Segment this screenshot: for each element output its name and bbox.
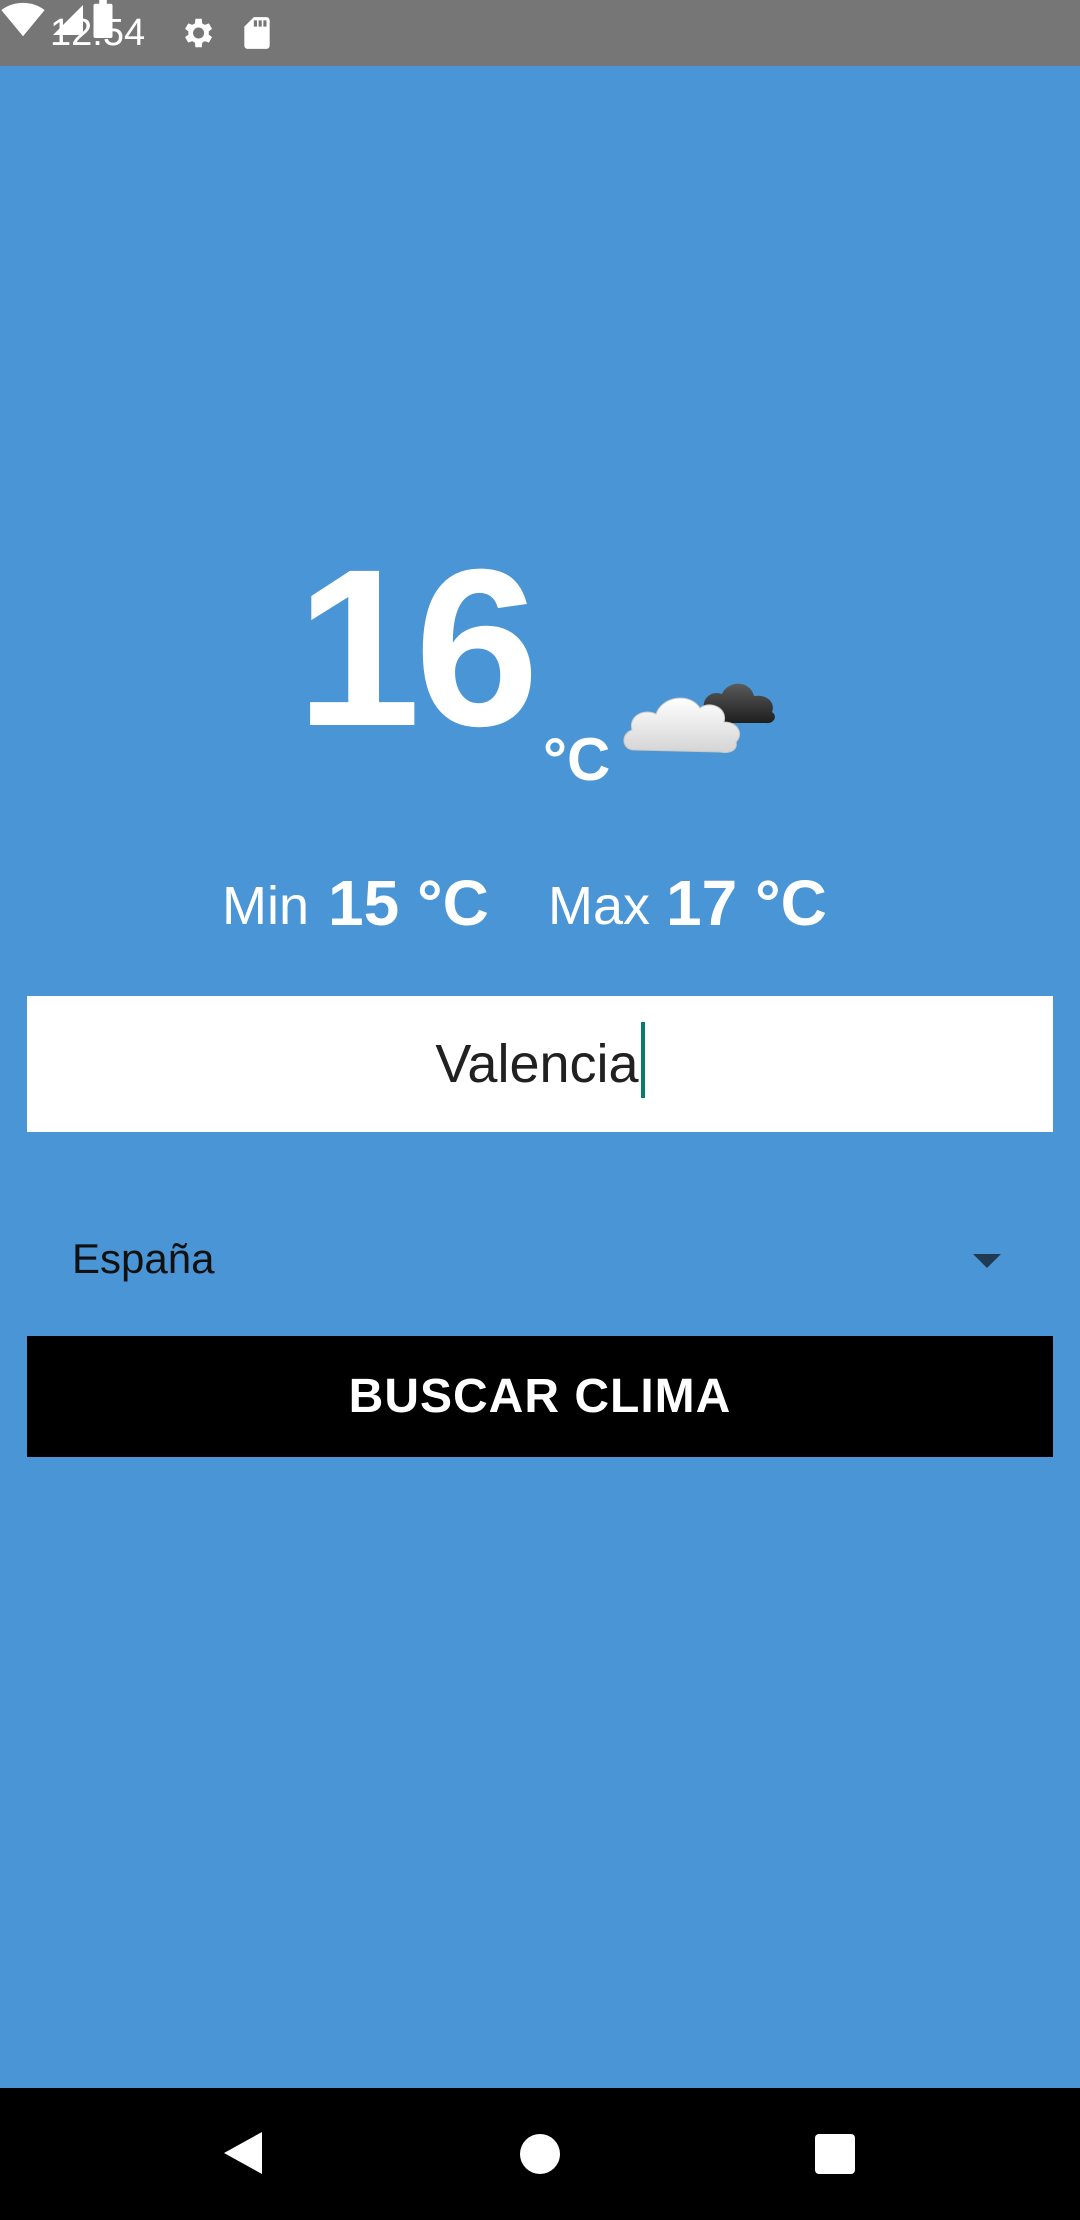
min-label: Min <box>222 876 310 936</box>
dropdown-arrow-icon <box>973 1254 1001 1268</box>
city-input-value: Valencia <box>435 1034 639 1094</box>
max-label: Max <box>548 876 651 936</box>
sd-card-icon <box>244 17 270 49</box>
country-dropdown[interactable]: España <box>27 1210 1053 1320</box>
back-icon[interactable] <box>222 2130 264 2176</box>
status-bar: 12:54 <box>0 0 1080 66</box>
home-icon[interactable] <box>519 2133 561 2175</box>
min-temperature: 15 °C <box>328 867 489 939</box>
status-time: 12:54 <box>50 12 146 54</box>
max-temperature: 17 °C <box>666 867 827 939</box>
search-weather-button[interactable]: BUSCAR CLIMA <box>27 1336 1053 1457</box>
min-max-row: Min 15 °C Max 17 °C <box>0 862 1080 942</box>
temperature-unit: °C <box>543 726 611 793</box>
wifi-icon <box>1 2 45 37</box>
gear-icon <box>185 18 213 48</box>
country-selected-value: España <box>72 1235 215 1282</box>
recents-icon[interactable] <box>814 2133 856 2175</box>
text-cursor <box>640 1022 645 1098</box>
current-temperature: 16 <box>296 523 539 773</box>
partly-cloudy-icon <box>623 683 775 753</box>
city-input[interactable]: Valencia <box>27 996 1053 1132</box>
